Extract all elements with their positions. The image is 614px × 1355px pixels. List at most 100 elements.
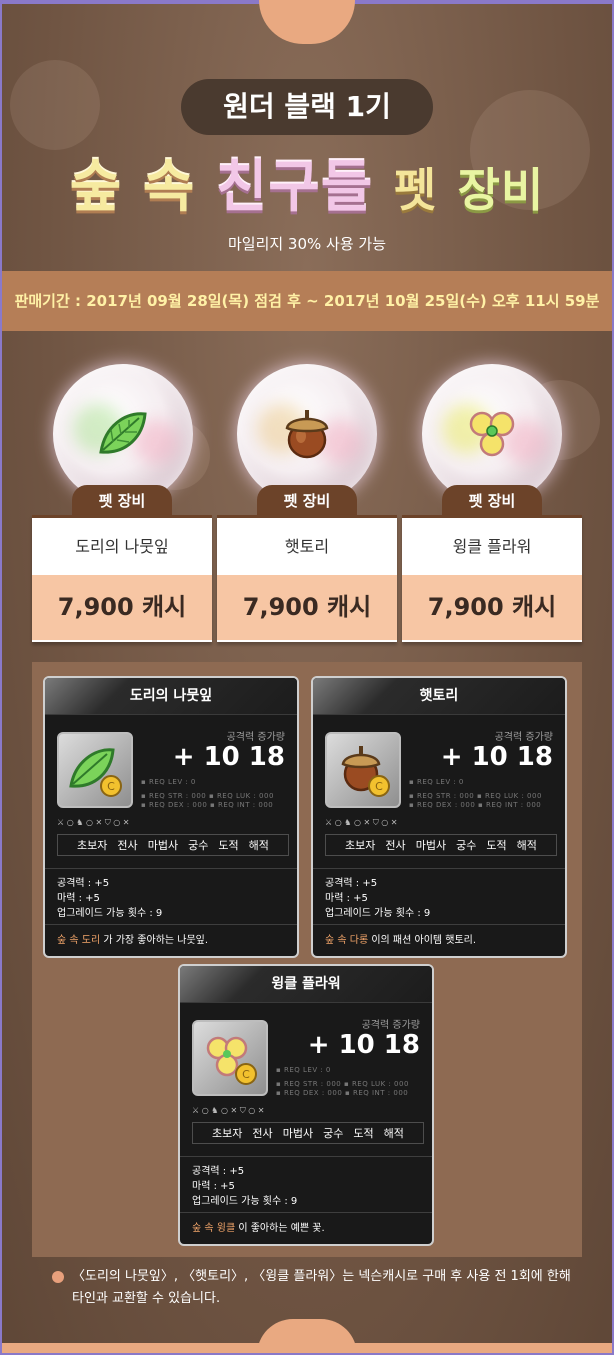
title-part-friends: 친구들: [215, 155, 374, 220]
product-card-flower[interactable]: 윙클 플라워 7,900 캐시: [402, 515, 582, 642]
job-magician: 마법사: [282, 1127, 314, 1140]
tooltip-title: 햇토리: [313, 678, 565, 715]
job-warrior: 전사: [385, 839, 406, 852]
tooltip-title: 윙클 플라워: [180, 966, 432, 1003]
item-tooltip-acorn: 햇토리 C 공격력 증가량 + 10 18 ▪ REQ LEV : 0 ▪ RE…: [311, 676, 567, 958]
req-stats-row2: ▪ REQ DEX : 000 ▪ REQ INT : 000: [141, 801, 274, 809]
job-archer: 궁수: [323, 1127, 344, 1140]
req-stats-row1: ▪ REQ STR : 000 ▪ REQ LUK : 000: [141, 792, 274, 800]
req-level: ▪ REQ LEV : 0: [141, 778, 196, 786]
mileage-note: 마일리지 30% 사용 가능: [227, 235, 387, 253]
job-pirate: 해적: [383, 1127, 404, 1140]
req-level: ▪ REQ LEV : 0: [276, 1066, 331, 1074]
item-tooltip-flower: 윙클 플라워 C 공격력 증가량 + 10 18 ▪ REQ LEV : 0 ▪…: [178, 964, 434, 1246]
item-tooltip-leaf: 도리의 나뭇잎 C 공격력 증가량 + 10 18 ▪ REQ LEV : 0 …: [43, 676, 299, 958]
product-orb-flower: [422, 364, 562, 504]
exchange-note: 〈도리의 나뭇잎〉, 〈햇토리〉, 〈윙클 플라워〉는 넥슨캐시로 구매 후 사…: [52, 1266, 592, 1310]
req-stats-row1: ▪ REQ STR : 000 ▪ REQ LUK : 000: [276, 1080, 409, 1088]
job-thief: 도적: [486, 839, 507, 852]
power-label: 공격력 증가량: [494, 732, 553, 743]
svg-text:C: C: [242, 1068, 250, 1081]
job-beginner: 초보자: [345, 839, 376, 852]
stat-upgrades: 업그레이드 가능 횟수 : 9: [57, 908, 163, 919]
product-tag: 펫 장비: [442, 485, 542, 515]
product-orb-acorn: [237, 364, 377, 504]
product-tag: 펫 장비: [72, 485, 172, 515]
leaf-icon: [99, 412, 147, 454]
product-card-acorn[interactable]: 햇토리 7,900 캐시: [217, 515, 397, 642]
job-warrior: 전사: [117, 839, 138, 852]
item-description: 숲 속 도리 가 가장 좋아하는 나뭇잎.: [57, 935, 209, 946]
job-thief: 도적: [353, 1127, 374, 1140]
req-stats-row1: ▪ REQ STR : 000 ▪ REQ LUK : 000: [409, 792, 542, 800]
item-description: 숲 속 윙클 이 좋아하는 예쁜 꽃.: [192, 1223, 325, 1234]
job-archer: 궁수: [188, 839, 209, 852]
job-magician: 마법사: [147, 839, 179, 852]
product-price: 7,900 캐시: [32, 575, 212, 640]
bokeh-light: [10, 60, 100, 150]
title-part-pet: 펫: [393, 163, 438, 217]
stat-attack: 공격력 : +5: [325, 878, 378, 889]
stat-icons: ⚔ ○ ♞ ○ ✕ ⛉ ○ ✕: [192, 1106, 265, 1115]
bullet-icon: [52, 1271, 64, 1283]
generation-badge: 원더 블랙 1기: [181, 79, 433, 135]
stat-attack: 공격력 : +5: [57, 878, 110, 889]
event-page: 원더 블랙 1기 숲 속 친구들 펫 장비 마일리지 30% 사용 가능 판매기…: [0, 0, 614, 1355]
stat-magic: 마력 : +5: [192, 1181, 235, 1192]
title-part-forest: 숲 속: [69, 155, 196, 220]
product-card-leaf[interactable]: 도리의 나뭇잎 7,900 캐시: [32, 515, 212, 642]
job-magician: 마법사: [415, 839, 447, 852]
page-title: 숲 속 친구들 펫 장비: [0, 142, 614, 223]
job-pirate: 해적: [248, 839, 269, 852]
job-thief: 도적: [218, 839, 239, 852]
job-beginner: 초보자: [212, 1127, 243, 1140]
flower-icon: C: [206, 1036, 257, 1085]
stat-magic: 마력 : +5: [57, 893, 100, 904]
leaf-icon: C: [69, 748, 122, 797]
item-description: 숲 속 다롱 이의 패션 아이템 햇토리.: [325, 935, 477, 946]
stat-attack: 공격력 : +5: [192, 1166, 245, 1177]
job-list: 초보자 전사 마법사 궁수 도적 해적: [325, 834, 557, 856]
svg-text:C: C: [375, 780, 383, 793]
stat-icons: ⚔ ○ ♞ ○ ✕ ⛉ ○ ✕: [325, 818, 398, 827]
job-beginner: 초보자: [77, 839, 108, 852]
note-line-1: 〈도리의 나뭇잎〉, 〈햇토리〉, 〈윙클 플라워〉는 넥슨캐시로 구매 후 사…: [72, 1269, 571, 1284]
job-list: 초보자 전사 마법사 궁수 도적 해적: [192, 1122, 424, 1144]
power-value: + 10 18: [307, 1030, 420, 1060]
acorn-icon: [285, 410, 329, 459]
item-icon-frame: C: [325, 732, 401, 808]
job-warrior: 전사: [252, 1127, 273, 1140]
product-price: 7,900 캐시: [402, 575, 582, 640]
stat-upgrades: 업그레이드 가능 횟수 : 9: [192, 1196, 298, 1207]
bottom-border: [0, 1343, 614, 1355]
power-value: + 10 18: [440, 742, 553, 772]
stat-magic: 마력 : +5: [325, 893, 368, 904]
svg-text:C: C: [107, 780, 115, 793]
sale-period: 판매기간 : 2017년 09월 28일(목) 점검 후 ~ 2017년 10월…: [0, 271, 614, 331]
product-name: 윙클 플라워: [452, 537, 532, 556]
product-tag: 펫 장비: [257, 485, 357, 515]
req-level: ▪ REQ LEV : 0: [409, 778, 464, 786]
power-value: + 10 18: [172, 742, 285, 772]
acorn-icon: C: [341, 746, 390, 797]
job-list: 초보자 전사 마법사 궁수 도적 해적: [57, 834, 289, 856]
product-orb-leaf: [53, 364, 193, 504]
flower-icon: [469, 411, 515, 457]
power-label: 공격력 증가량: [361, 1020, 420, 1031]
top-ornament: [259, 0, 355, 44]
req-stats-row2: ▪ REQ DEX : 000 ▪ REQ INT : 000: [409, 801, 542, 809]
req-stats-row2: ▪ REQ DEX : 000 ▪ REQ INT : 000: [276, 1089, 409, 1097]
product-price: 7,900 캐시: [217, 575, 397, 640]
item-icon-frame: C: [192, 1020, 268, 1096]
job-pirate: 해적: [516, 839, 537, 852]
item-icon-frame: C: [57, 732, 133, 808]
stat-icons: ⚔ ○ ♞ ○ ✕ ⛉ ○ ✕: [57, 818, 130, 827]
job-archer: 궁수: [456, 839, 477, 852]
tooltip-title: 도리의 나뭇잎: [45, 678, 297, 715]
product-name: 도리의 나뭇잎: [75, 537, 169, 556]
title-part-equip: 장비: [457, 163, 545, 217]
product-name: 햇토리: [284, 537, 330, 556]
note-line-2: 타인과 교환할 수 있습니다.: [72, 1291, 221, 1306]
power-label: 공격력 증가량: [226, 732, 285, 743]
stat-upgrades: 업그레이드 가능 횟수 : 9: [325, 908, 431, 919]
